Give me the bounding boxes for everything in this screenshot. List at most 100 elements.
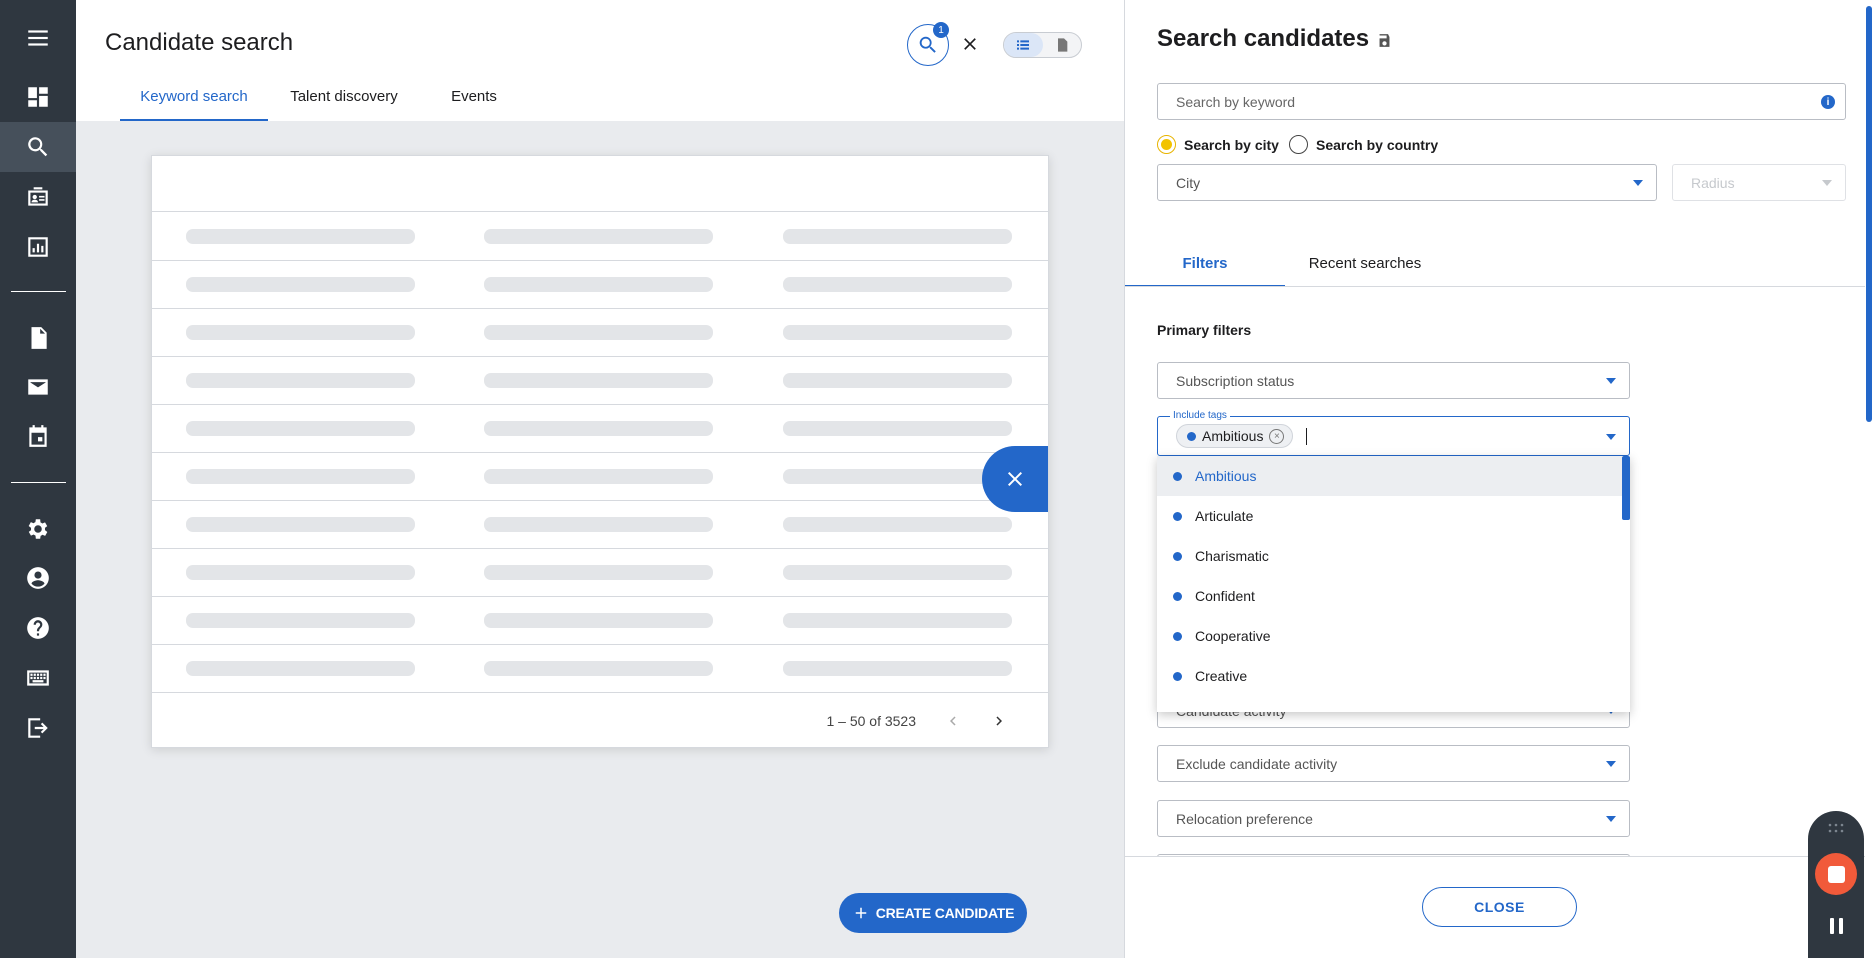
panel-scrollbar[interactable]	[1865, 0, 1872, 958]
nav-calendar[interactable]	[0, 411, 76, 461]
remove-tag-icon[interactable]: ×	[1269, 428, 1285, 444]
panel-scrollbar-thumb[interactable]	[1866, 6, 1872, 422]
tag-option-label: Articulate	[1195, 508, 1254, 524]
menu-icon	[28, 30, 48, 46]
document-icon	[31, 327, 47, 349]
nav-search[interactable]	[0, 122, 76, 172]
tab-events[interactable]: Events	[420, 78, 528, 121]
nav-settings[interactable]	[0, 504, 76, 554]
nav-account[interactable]	[0, 553, 76, 603]
chevron-right-icon[interactable]	[990, 712, 1008, 730]
panel-title: Search candidates	[1157, 25, 1370, 52]
clear-search-button[interactable]	[956, 30, 984, 58]
skeleton-cell	[186, 277, 415, 292]
tag-option[interactable]: Confident	[1157, 576, 1622, 616]
tags-dropdown: Ambitious Articulate Charismatic Confident C…	[1157, 456, 1630, 712]
skeleton-cell	[783, 613, 1012, 628]
tag-color-dot	[1173, 631, 1182, 641]
tag-color-dot	[1173, 591, 1182, 601]
nav-documents[interactable]	[0, 313, 76, 363]
skeleton-cell	[783, 517, 1012, 532]
tab-keyword-search[interactable]: Keyword search	[120, 78, 268, 121]
tag-option[interactable]: Ambitious	[1157, 456, 1622, 496]
skeleton-cell	[484, 613, 713, 628]
table-row	[152, 357, 1048, 405]
tab-talent-discovery[interactable]: Talent discovery	[268, 78, 420, 121]
info-icon[interactable]: i	[1821, 95, 1835, 109]
tag-color-dot	[1173, 471, 1182, 481]
nav-contacts[interactable]	[0, 172, 76, 222]
skeleton-cell	[783, 661, 1012, 676]
tag-color-dot	[1173, 551, 1182, 561]
skeleton-cell	[783, 565, 1012, 580]
document-view-button[interactable]	[1043, 33, 1082, 57]
create-candidate-button[interactable]: CREATE CANDIDATE	[839, 893, 1027, 933]
subscription-status-select[interactable]: Subscription status	[1157, 362, 1630, 399]
select-value: Exclude candidate activity	[1176, 755, 1338, 772]
skeleton-cell	[186, 229, 415, 244]
close-button[interactable]: CLOSE	[1422, 887, 1577, 927]
caret-down-icon	[1606, 377, 1616, 384]
tag-option[interactable]: Cooperative	[1157, 616, 1622, 656]
select-value: Relocation preference	[1176, 810, 1313, 827]
text-cursor	[1306, 428, 1307, 445]
list-icon	[1017, 40, 1030, 50]
mail-icon	[28, 379, 48, 395]
caret-down-icon	[1822, 179, 1832, 186]
tag-color-dot	[1187, 431, 1196, 441]
document-icon	[1057, 38, 1068, 52]
keyword-search-input[interactable]	[1157, 83, 1846, 120]
drag-handle-icon[interactable]	[1828, 823, 1844, 833]
primary-filters-heading: Primary filters	[1157, 322, 1252, 338]
relocation-preference-select[interactable]: Relocation preference	[1157, 800, 1630, 837]
radio-search-by-city[interactable]: Search by city	[1157, 135, 1279, 154]
stop-recording-button[interactable]	[1815, 853, 1857, 895]
exclude-candidate-activity-select[interactable]: Exclude candidate activity	[1157, 745, 1630, 782]
dropdown-scrollbar[interactable]	[1622, 456, 1630, 520]
tag-color-dot	[1173, 511, 1182, 521]
tag-option[interactable]: Charismatic	[1157, 536, 1622, 576]
tag-option[interactable]: Creative	[1157, 656, 1622, 696]
nav-dashboard[interactable]	[0, 72, 76, 122]
save-search-button[interactable]	[1376, 32, 1393, 49]
tag-option-label: Cooperative	[1195, 628, 1271, 644]
table-row	[152, 597, 1048, 645]
table-header	[152, 156, 1048, 212]
skeleton-cell	[186, 517, 415, 532]
pagination: 1 – 50 of 3523	[826, 712, 1008, 730]
caret-down-icon	[1606, 760, 1616, 767]
tab-filters[interactable]: Filters	[1125, 240, 1285, 287]
dashboard-icon	[28, 87, 48, 107]
reports-icon	[28, 237, 48, 257]
tag-option-label: Ambitious	[1195, 468, 1257, 484]
radio-search-by-country[interactable]: Search by country	[1289, 135, 1438, 154]
skeleton-cell	[484, 421, 713, 436]
calendar-icon	[29, 425, 47, 447]
pause-recording-button[interactable]	[1827, 918, 1845, 934]
nav-logout[interactable]	[0, 703, 76, 753]
pause-icon	[1829, 918, 1834, 934]
plus-icon	[855, 907, 866, 919]
contacts-icon	[28, 187, 48, 206]
city-select[interactable]: City	[1157, 164, 1657, 201]
select-value: Subscription status	[1176, 372, 1295, 389]
tag-option[interactable]: Articulate	[1157, 496, 1622, 536]
include-tags-legend: Include tags	[1170, 410, 1230, 421]
tag-chip-label: Ambitious	[1202, 428, 1264, 444]
tab-recent-searches[interactable]: Recent searches	[1285, 240, 1445, 287]
skeleton-cell	[484, 517, 713, 532]
skeleton-cell	[484, 229, 713, 244]
skeleton-cell	[783, 229, 1012, 244]
chevron-left-icon[interactable]	[944, 712, 962, 730]
include-tags-field[interactable]: Include tags Ambitious ×	[1157, 410, 1630, 456]
nav-help[interactable]	[0, 603, 76, 653]
nav-reports[interactable]	[0, 222, 76, 272]
account-icon	[27, 567, 49, 589]
menu-button[interactable]	[0, 13, 76, 63]
table-row	[152, 501, 1048, 549]
nav-keyboard-shortcuts[interactable]	[0, 653, 76, 703]
close-panel-tab-button[interactable]	[982, 446, 1048, 512]
close-icon	[964, 38, 976, 50]
list-view-button[interactable]	[1004, 33, 1043, 57]
nav-mail[interactable]	[0, 362, 76, 412]
